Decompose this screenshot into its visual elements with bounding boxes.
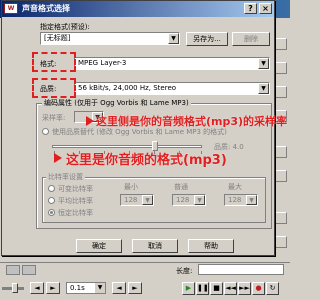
cbr-label: 恒定比特率 [58, 209, 93, 217]
side-button[interactable] [273, 236, 287, 248]
abr-label: 平均比特率 [58, 197, 93, 205]
preset-select[interactable]: [无标题] ▼ [40, 32, 180, 45]
format-value: MPEG Layer-3 [78, 59, 127, 67]
play-icon[interactable]: ▶ [182, 282, 195, 295]
side-button[interactable] [273, 212, 287, 224]
bitrate-group-title: 比特率设置 [46, 172, 85, 182]
delete-button[interactable]: 删除 [232, 32, 270, 46]
side-button[interactable] [273, 38, 287, 50]
help-button[interactable]: 帮助 [188, 239, 234, 253]
quality-value: 56 kBit/s, 24,000 Hz, Stereo [78, 84, 177, 92]
length-label: 长度: [176, 267, 193, 275]
zoom-out-button[interactable]: ◄ [30, 282, 44, 294]
speed-select[interactable]: 0.1s ▼ [66, 282, 106, 294]
min-bitrate-value: 128 [124, 196, 138, 204]
app-icon: W [4, 3, 18, 14]
sample-rate-label: 采样率: [42, 114, 66, 122]
rewind-icon[interactable]: ◄◄ [224, 282, 237, 295]
tab[interactable] [6, 265, 20, 275]
sample-rate-annotation: 这里侧是你的音频格式(mp3)的采样率 [96, 115, 288, 128]
normal-label: 普通 [174, 183, 188, 191]
help-title-button[interactable]: ? [244, 3, 257, 14]
length-field[interactable] [198, 264, 284, 275]
use-quality-radio[interactable] [42, 128, 49, 135]
side-button[interactable] [273, 62, 287, 74]
speed-value: 0.1s [70, 284, 85, 292]
chevron-down-icon: ▼ [194, 195, 205, 205]
side-button[interactable] [273, 146, 287, 158]
side-button[interactable] [273, 86, 287, 98]
abr-radio[interactable] [48, 197, 55, 204]
max-bitrate-value: 128 [228, 196, 242, 204]
side-button[interactable] [273, 170, 287, 182]
normal-bitrate-value: 128 [176, 196, 190, 204]
max-bitrate-select[interactable]: 128 ▼ [224, 194, 258, 206]
preset-label: 指定格式(预设): [40, 23, 90, 31]
dialog-titlebar: W 声音格式选择 ? × [2, 1, 274, 17]
preset-value: [无标题] [44, 34, 71, 42]
min-label: 最小 [124, 183, 138, 191]
chevron-down-icon: ▼ [246, 195, 257, 205]
arrow-icon [86, 116, 94, 126]
chevron-down-icon: ▼ [95, 283, 105, 293]
forward-icon[interactable]: ►► [238, 282, 251, 295]
step-button[interactable]: ◄ [112, 282, 126, 294]
step-button[interactable]: ► [128, 282, 142, 294]
quality-highlight-box [32, 78, 76, 98]
quality-select[interactable]: 56 kBit/s, 24,000 Hz, Stereo ▼ [74, 82, 270, 95]
arrow-icon [54, 153, 62, 163]
chevron-down-icon: ▼ [168, 33, 179, 44]
volume-slider[interactable] [12, 283, 18, 293]
format-annotation: 这里是你音频的格式(mp3) [66, 153, 227, 168]
min-bitrate-select[interactable]: 128 ▼ [120, 194, 154, 206]
save-as-button[interactable]: 另存为... [186, 32, 228, 46]
ok-button[interactable]: 确定 [76, 239, 122, 253]
tab[interactable] [22, 265, 36, 275]
stop-icon[interactable]: ■ [210, 282, 223, 295]
pause-icon[interactable]: ❚❚ [196, 282, 209, 295]
normal-bitrate-select[interactable]: 128 ▼ [172, 194, 206, 206]
format-select[interactable]: MPEG Layer-3 ▼ [74, 57, 270, 70]
quality-slider-track [52, 145, 202, 148]
format-highlight-box [32, 52, 76, 72]
zoom-in-button[interactable]: ► [46, 282, 60, 294]
record-icon[interactable]: ● [252, 282, 265, 295]
max-label: 最大 [228, 183, 242, 191]
chevron-down-icon: ▼ [258, 58, 269, 69]
loop-icon[interactable]: ↻ [266, 282, 279, 295]
chevron-down-icon: ▼ [258, 83, 269, 94]
cbr-radio[interactable] [48, 209, 55, 216]
close-title-button[interactable]: × [259, 3, 272, 14]
chevron-down-icon: ▼ [142, 195, 153, 205]
cancel-button[interactable]: 取消 [132, 239, 178, 253]
vbr-label: 可变比特率 [58, 185, 93, 193]
dialog-title: 声音格式选择 [22, 4, 70, 13]
encoding-group-title: 编码属性 (仅用于 Ogg Vorbis 和 Lame MP3) [42, 98, 191, 108]
vbr-radio[interactable] [48, 185, 55, 192]
